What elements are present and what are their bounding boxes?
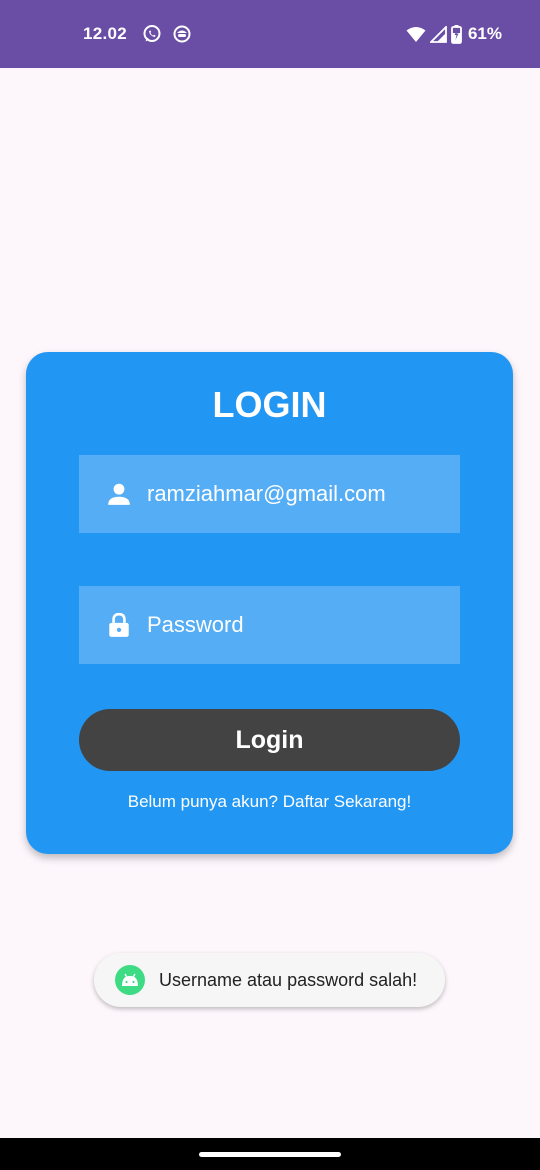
status-bar: 12.02 61% [0,0,540,68]
signal-icon [429,25,447,43]
toast-text: Username atau password salah! [159,969,418,990]
app-content: LOGIN ramziahmar@gmail.com Password Logi… [0,68,540,1138]
password-input[interactable]: Password [147,612,244,638]
status-time: 12.02 [83,24,128,43]
register-link[interactable]: Belum punya akun? Daftar Sekarang! [26,792,513,812]
login-card: LOGIN ramziahmar@gmail.com Password Logi… [26,352,513,854]
battery-percent: 61% [467,24,502,43]
navigation-bar [0,1138,540,1170]
toast-message: Username atau password salah! [94,953,445,1007]
wifi-icon [406,26,426,42]
lock-icon [109,612,129,637]
home-gesture-handle[interactable] [199,1152,341,1157]
whatsapp-icon [143,25,161,42]
notification-app-icon [173,25,191,43]
person-icon [108,483,130,505]
battery-icon [451,24,462,44]
username-field[interactable]: ramziahmar@gmail.com [79,455,460,533]
android-icon [115,965,145,995]
username-input[interactable]: ramziahmar@gmail.com [147,481,386,507]
login-title: LOGIN [212,384,327,425]
status-right: 61% [406,22,502,46]
password-field[interactable]: Password [79,586,460,664]
login-button[interactable]: Login [79,709,460,771]
